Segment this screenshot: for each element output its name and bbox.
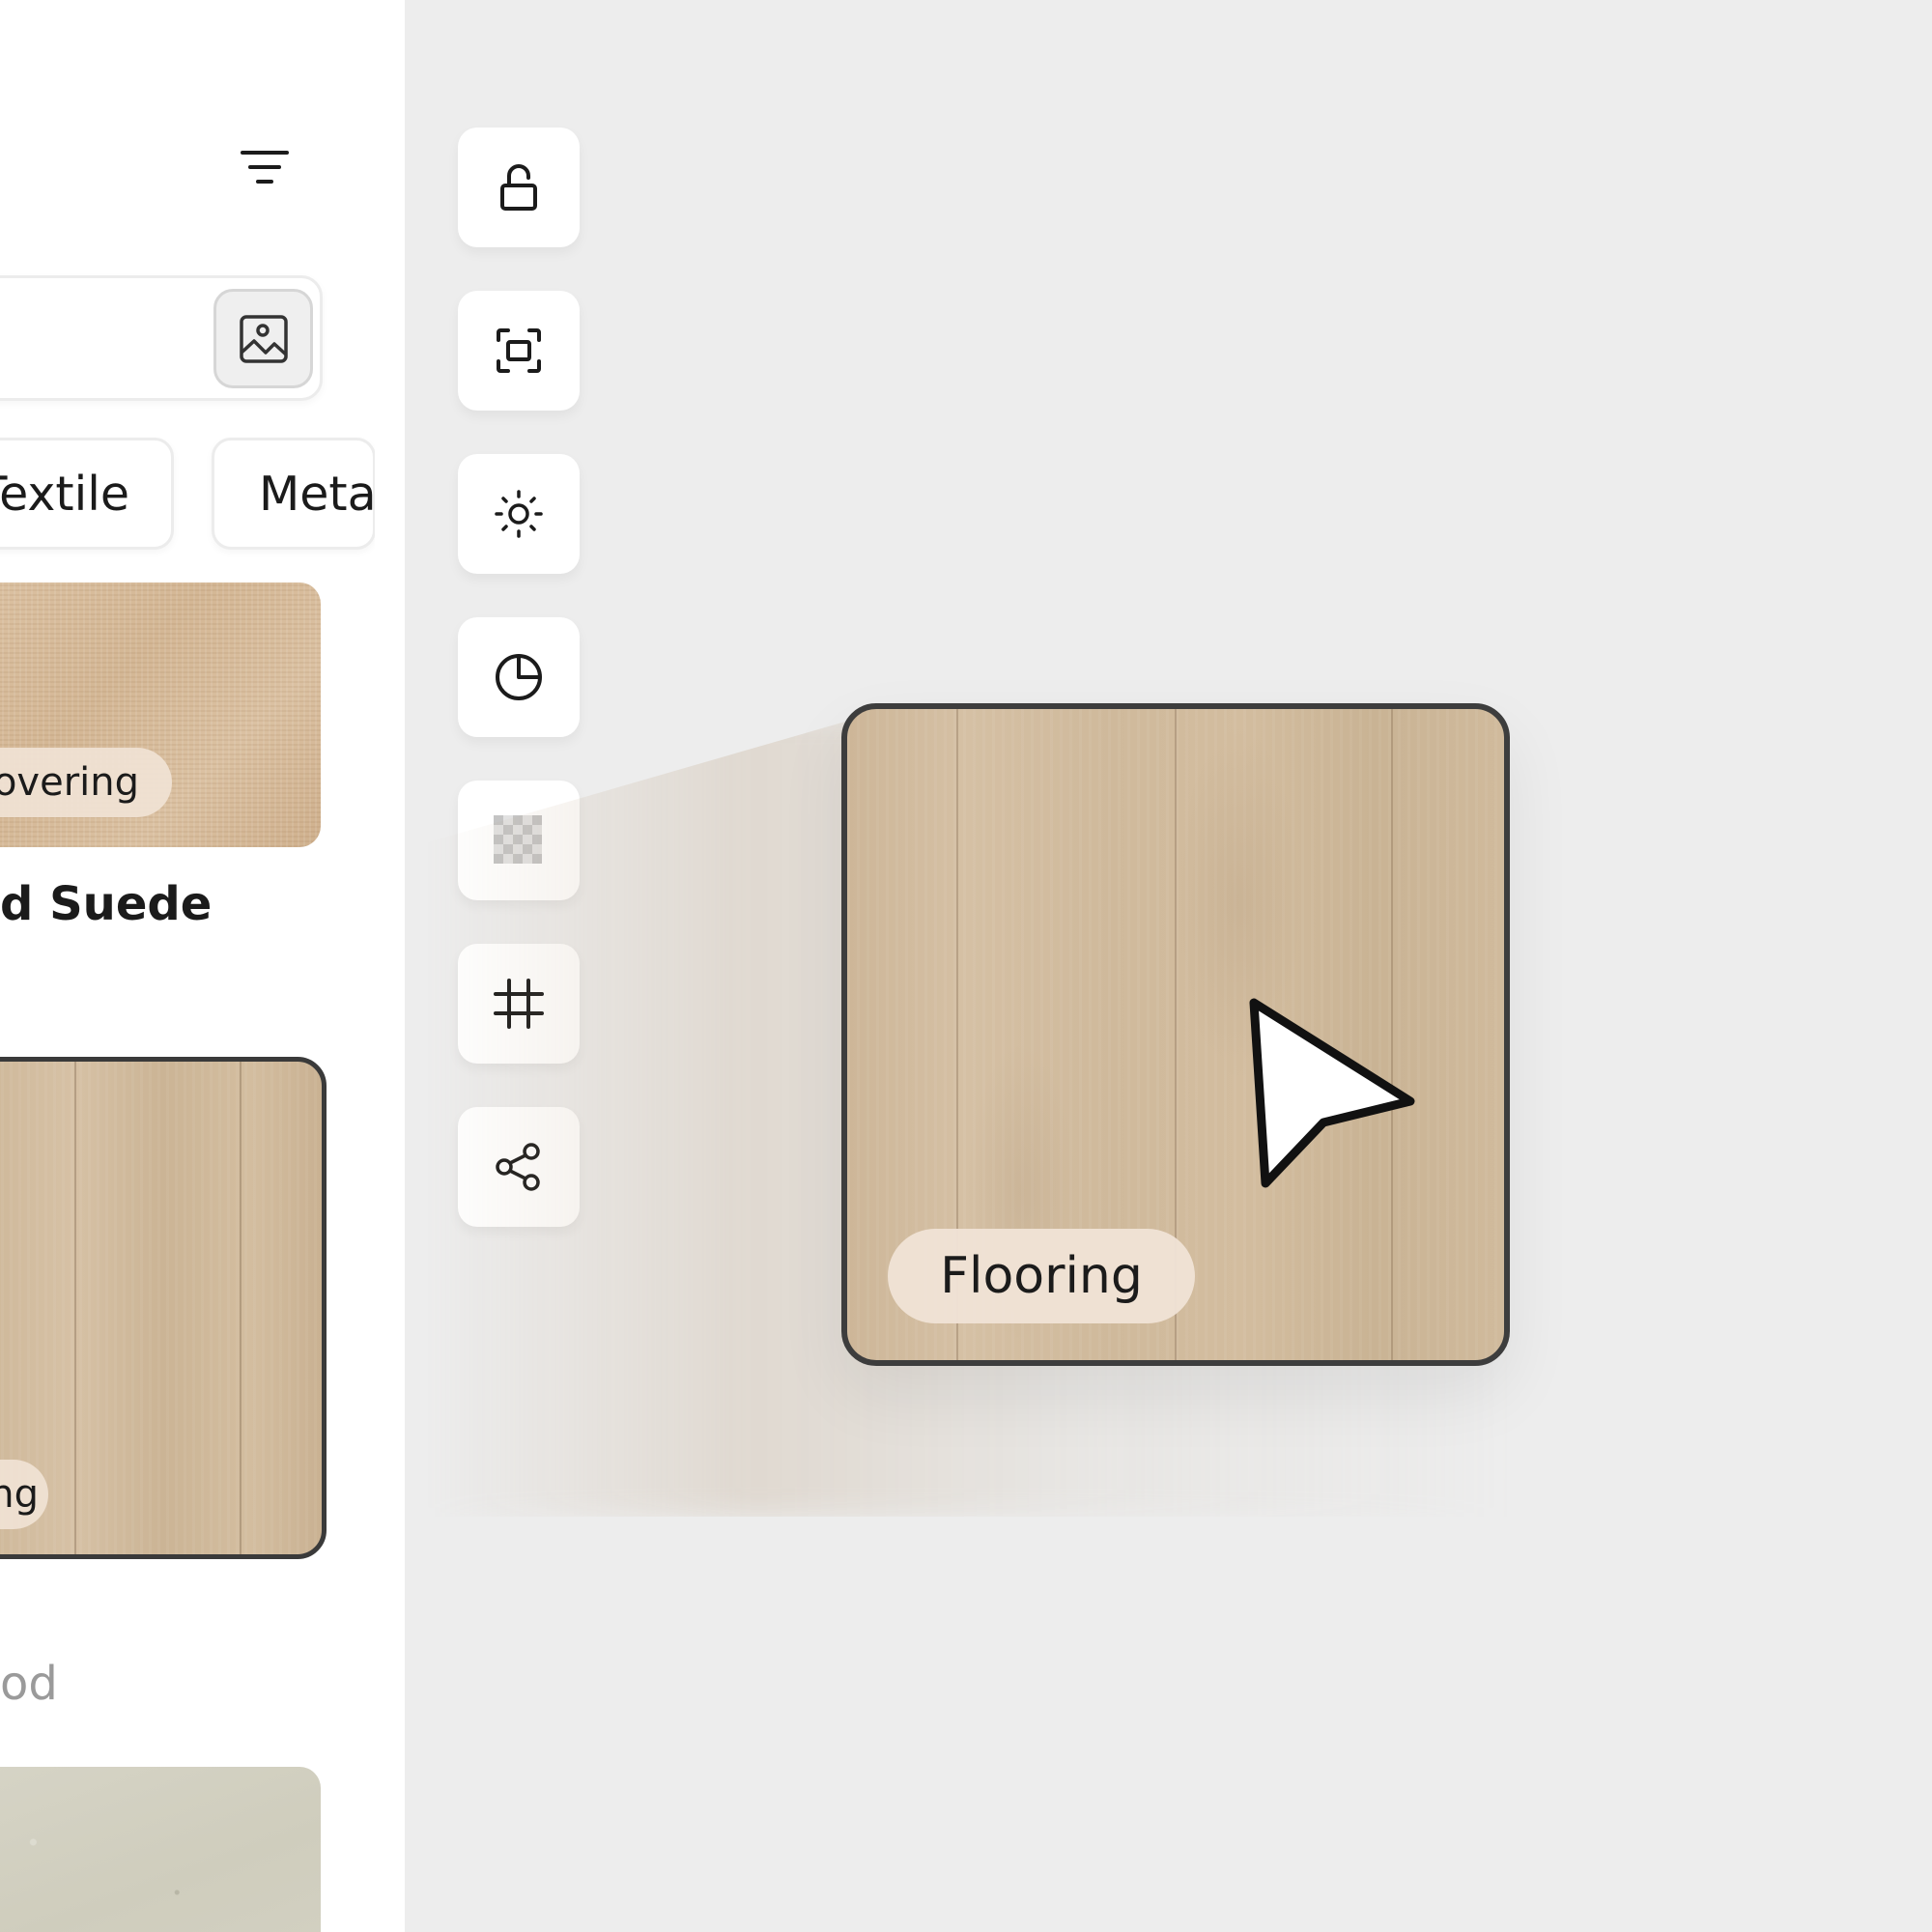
filter-chip-textile[interactable]: Textile <box>0 438 174 550</box>
lock-button[interactable] <box>458 128 580 247</box>
material-card-title: d Suede <box>0 877 213 931</box>
fit-frame-button[interactable] <box>458 291 580 411</box>
lock-open-icon <box>500 164 537 211</box>
filter-button[interactable] <box>235 143 295 191</box>
dragged-material-tile[interactable]: Flooring <box>841 703 1510 1366</box>
materials-sidebar: Textile Meta overing d Suede ng od <box>0 0 405 1932</box>
image-icon <box>239 314 288 363</box>
focus-frame-icon <box>497 328 541 373</box>
image-search-button[interactable] <box>213 289 313 388</box>
filter-chip-label: Meta <box>259 466 376 522</box>
material-category-tag: overing <box>0 748 172 817</box>
material-card-flooring[interactable]: ng <box>0 1057 327 1559</box>
brightness-button[interactable] <box>458 454 580 574</box>
material-card-stone[interactable] <box>0 1767 321 1932</box>
section-label: od <box>0 1657 58 1711</box>
chips-scroll-edge <box>375 425 405 560</box>
material-category-tag: ng <box>0 1460 48 1529</box>
filter-chip-label: Textile <box>0 466 129 522</box>
pie-icon <box>496 654 542 700</box>
brightness-icon <box>495 490 543 538</box>
filter-icon <box>241 151 289 184</box>
material-card-upholstery[interactable]: overing <box>0 582 321 847</box>
material-category-tag: Flooring <box>888 1229 1195 1323</box>
contrast-button[interactable] <box>458 617 580 737</box>
filter-chip-metal[interactable]: Meta <box>212 438 376 550</box>
